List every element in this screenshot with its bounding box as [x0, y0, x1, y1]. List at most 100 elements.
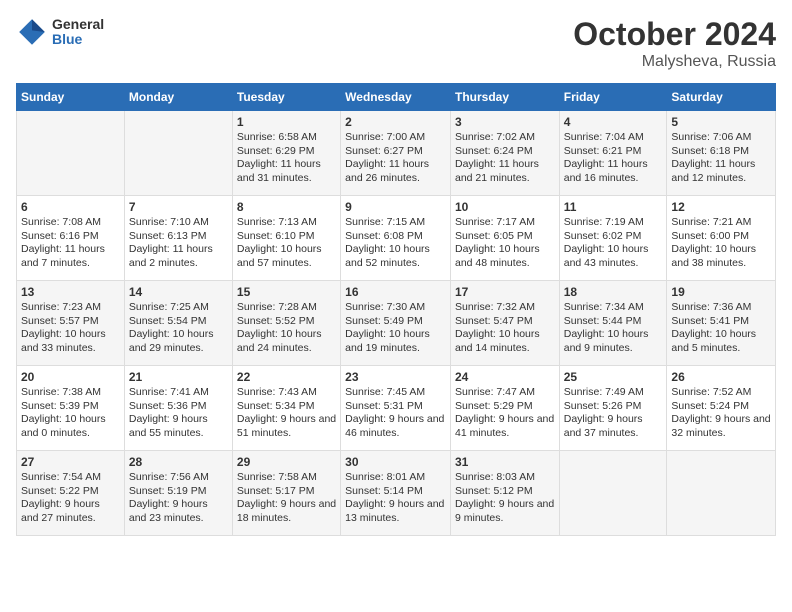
- day-content-line: Sunrise: 7:04 AM: [564, 131, 663, 145]
- day-number: 3: [455, 115, 555, 129]
- calendar-week-row: 6 Sunrise: 7:08 AMSunset: 6:16 PM Daylight…: [17, 196, 776, 281]
- day-content-line: Sunset: 5:19 PM: [129, 485, 228, 499]
- day-content-line: Sunrise: 7:38 AM: [21, 386, 120, 400]
- day-content-line: Sunrise: 7:23 AM: [21, 301, 120, 315]
- calendar-cell: 25 Sunrise: 7:49 AMSunset: 5:26 PMDayligh…: [559, 366, 667, 451]
- day-content-line: Daylight: 10 hours and 24 minutes.: [237, 328, 336, 355]
- day-content-line: Sunrise: 7:45 AM: [345, 386, 446, 400]
- logo: General Blue: [16, 16, 104, 48]
- calendar-cell: [559, 451, 667, 536]
- day-number: 13: [21, 285, 120, 299]
- day-content-line: Sunset: 5:49 PM: [345, 315, 446, 329]
- day-content-line: Sunrise: 7:08 AM: [21, 216, 120, 230]
- day-content-line: Sunrise: 6:58 AM: [237, 131, 336, 145]
- day-content-line: Sunrise: 8:03 AM: [455, 471, 555, 485]
- day-content-line: Sunset: 6:02 PM: [564, 230, 663, 244]
- day-number: 18: [564, 285, 663, 299]
- title-area: October 2024 Malysheva, Russia: [573, 16, 776, 71]
- calendar-cell: 26Sunrise: 7:52 AMSunset: 5:24 PMDayligh…: [667, 366, 776, 451]
- day-content-line: Daylight: 10 hours and 48 minutes.: [455, 243, 555, 270]
- day-number: 17: [455, 285, 555, 299]
- day-number: 4: [564, 115, 663, 129]
- calendar-cell: 10Sunrise: 7:17 AMSunset: 6:05 PMDayligh…: [450, 196, 559, 281]
- day-content-line: Sunset: 6:16 PM: [21, 230, 120, 244]
- day-content-line: Daylight: 10 hours and 52 minutes.: [345, 243, 446, 270]
- day-number: 16: [345, 285, 446, 299]
- weekday-header-friday: Friday: [559, 84, 667, 111]
- calendar-cell: [667, 451, 776, 536]
- day-content-line: Daylight: 9 hours and 32 minutes.: [671, 413, 771, 440]
- day-number: 22: [237, 370, 336, 384]
- calendar-cell: 7Sunrise: 7:10 AMSunset: 6:13 PMDaylight…: [124, 196, 232, 281]
- day-content-line: Sunset: 5:39 PM: [21, 400, 120, 414]
- calendar-cell: 23Sunrise: 7:45 AMSunset: 5:31 PMDayligh…: [341, 366, 451, 451]
- day-content-line: Sunrise: 7:21 AM: [671, 216, 771, 230]
- day-content-line: Sunrise: 7:47 AM: [455, 386, 555, 400]
- calendar-cell: 31Sunrise: 8:03 AMSunset: 5:12 PMDayligh…: [450, 451, 559, 536]
- day-content-line: Sunrise: 7:15 AM: [345, 216, 446, 230]
- day-content-line: Sunset: 6:13 PM: [129, 230, 228, 244]
- weekday-header-saturday: Saturday: [667, 84, 776, 111]
- day-content-line: Daylight: 11 hours and 2 minutes.: [129, 243, 228, 270]
- day-content-line: Sunrise: 7:25 AM: [129, 301, 228, 315]
- day-content-line: Sunrise: 7:28 AM: [237, 301, 336, 315]
- day-content-line: Daylight: 9 hours and 55 minutes.: [129, 413, 228, 440]
- day-content-line: Daylight: 11 hours and 31 minutes.: [237, 158, 336, 185]
- logo-icon: [16, 16, 48, 48]
- day-content-line: Sunset: 5:36 PM: [129, 400, 228, 414]
- day-content-line: Sunrise: 7:17 AM: [455, 216, 555, 230]
- day-content-line: Daylight: 9 hours and 37 minutes.: [564, 413, 663, 440]
- day-number: 30: [345, 455, 446, 469]
- day-content-line: Daylight: 10 hours and 14 minutes.: [455, 328, 555, 355]
- day-number: 31: [455, 455, 555, 469]
- page-header: General Blue October 2024 Malysheva, Rus…: [16, 16, 776, 71]
- weekday-header-wednesday: Wednesday: [341, 84, 451, 111]
- calendar-cell: 2Sunrise: 7:00 AMSunset: 6:27 PMDaylight…: [341, 111, 451, 196]
- day-content-line: Sunset: 6:18 PM: [671, 145, 771, 159]
- day-number: 1: [237, 115, 336, 129]
- calendar-cell: 27Sunrise: 7:54 AMSunset: 5:22 PMDayligh…: [17, 451, 125, 536]
- day-number: 6: [21, 200, 120, 214]
- day-content-line: Daylight: 9 hours and 23 minutes.: [129, 498, 228, 525]
- day-number: 11: [564, 200, 663, 214]
- day-content-line: Sunrise: 7:36 AM: [671, 301, 771, 315]
- day-number: 27: [21, 455, 120, 469]
- day-content-line: Sunset: 5:24 PM: [671, 400, 771, 414]
- day-number: 26: [671, 370, 771, 384]
- weekday-header-row: SundayMondayTuesdayWednesdayThursdayFrid…: [17, 84, 776, 111]
- day-content-line: Sunrise: 7:13 AM: [237, 216, 336, 230]
- day-number: 24: [455, 370, 555, 384]
- calendar-cell: 30Sunrise: 8:01 AMSunset: 5:14 PMDayligh…: [341, 451, 451, 536]
- day-content-line: Daylight: 10 hours and 29 minutes.: [129, 328, 228, 355]
- logo-general-text: General: [52, 17, 104, 32]
- day-content-line: Daylight: 9 hours and 27 minutes.: [21, 498, 120, 525]
- logo-text: General Blue: [52, 17, 104, 48]
- calendar-cell: 1Sunrise: 6:58 AMSunset: 6:29 PMDaylight…: [232, 111, 340, 196]
- calendar-cell: 28Sunrise: 7:56 AMSunset: 5:19 PMDayligh…: [124, 451, 232, 536]
- day-content-line: Sunset: 6:27 PM: [345, 145, 446, 159]
- day-content-line: Sunrise: 7:30 AM: [345, 301, 446, 315]
- day-content-line: Daylight: 10 hours and 9 minutes.: [564, 328, 663, 355]
- day-number: 19: [671, 285, 771, 299]
- day-content-line: Sunset: 5:17 PM: [237, 485, 336, 499]
- day-content-line: Sunset: 6:00 PM: [671, 230, 771, 244]
- day-number: 20: [21, 370, 120, 384]
- day-number: 2: [345, 115, 446, 129]
- calendar-cell: 14Sunrise: 7:25 AMSunset: 5:54 PMDayligh…: [124, 281, 232, 366]
- day-content-line: Sunrise: 7:32 AM: [455, 301, 555, 315]
- location: Malysheva, Russia: [573, 53, 776, 71]
- day-number: 14: [129, 285, 228, 299]
- day-content-line: Sunset: 5:26 PM: [564, 400, 663, 414]
- day-content-line: Daylight: 10 hours and 57 minutes.: [237, 243, 336, 270]
- day-content-line: Sunrise: 7:49 AM: [564, 386, 663, 400]
- day-number: 12: [671, 200, 771, 214]
- day-content-line: Daylight: 10 hours and 43 minutes.: [564, 243, 663, 270]
- day-number: 25: [564, 370, 663, 384]
- day-content-line: Daylight: 9 hours and 51 minutes.: [237, 413, 336, 440]
- logo-blue-text: Blue: [52, 32, 104, 47]
- calendar-cell: 4Sunrise: 7:04 AMSunset: 6:21 PMDaylight…: [559, 111, 667, 196]
- calendar-cell: 19Sunrise: 7:36 AMSunset: 5:41 PMDayligh…: [667, 281, 776, 366]
- calendar-cell: 18Sunrise: 7:34 AMSunset: 5:44 PMDayligh…: [559, 281, 667, 366]
- day-content-line: Sunset: 5:31 PM: [345, 400, 446, 414]
- day-content-line: Sunset: 5:29 PM: [455, 400, 555, 414]
